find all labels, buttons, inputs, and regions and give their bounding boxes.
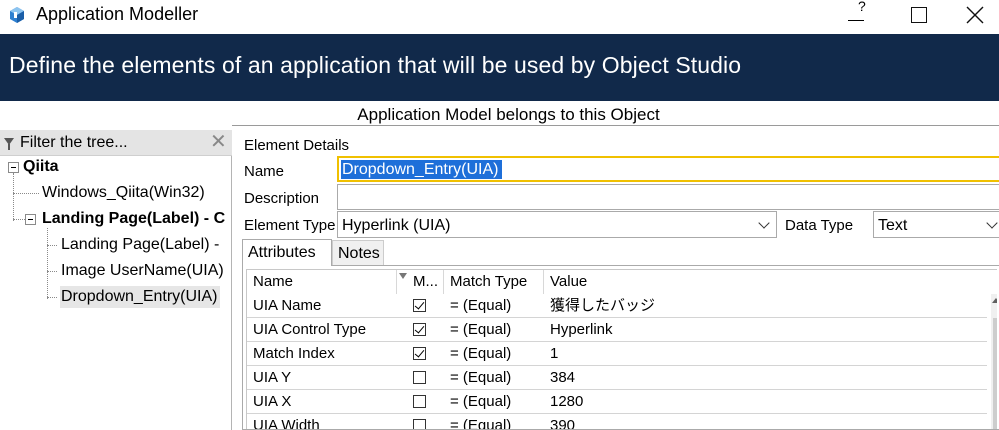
name-label: Name [244, 163, 285, 180]
attributes-grid: Name M... Match Type Value UIA Name = (E… [246, 269, 997, 430]
column-divider [543, 270, 544, 294]
column-divider [443, 270, 444, 294]
minimize-button[interactable] [832, 0, 880, 30]
match-type-cell[interactable]: = (Equal) [450, 366, 511, 390]
object-subtitle: Application Model belongs to this Object [357, 105, 660, 124]
match-checkbox[interactable] [413, 347, 426, 360]
tree-connector [47, 228, 48, 299]
tree-filter-input[interactable] [20, 133, 206, 153]
minimize-icon [848, 19, 864, 21]
match-type-cell[interactable]: = (Equal) [450, 342, 511, 366]
table-row[interactable]: UIA Y = (Equal) 384 [247, 366, 987, 390]
column-header-match-type[interactable]: Match Type [450, 270, 527, 294]
description-input[interactable] [337, 184, 999, 210]
column-header-match[interactable]: M... [413, 270, 438, 294]
tree-node[interactable]: Windows_Qiita(Win32) [42, 183, 205, 203]
title-bar: Application Modeller ? [0, 0, 999, 30]
help-icon[interactable]: ? [858, 0, 866, 13]
attributes-grid-frame: Name M... Match Type Value UIA Name = (E… [242, 265, 999, 430]
table-row[interactable]: UIA Width = (Equal) 390 [247, 414, 987, 430]
collapse-icon[interactable] [8, 162, 19, 173]
tree-connector [47, 297, 57, 298]
column-header-name[interactable]: Name [253, 270, 293, 294]
tab-attributes[interactable]: Attributes [242, 239, 332, 266]
tree-node[interactable]: Landing Page(Label) - C [42, 209, 225, 229]
tree-connector [13, 193, 39, 194]
chevron-down-icon [758, 217, 770, 229]
banner-text: Define the elements of an application th… [9, 52, 742, 78]
vertical-scrollbar[interactable] [991, 294, 997, 429]
element-details-panel: Element Details Name Dropdown_Entry(UIA)… [233, 126, 999, 430]
element-type-select[interactable]: Hyperlink (UIA) [337, 211, 777, 238]
table-row[interactable]: UIA Name = (Equal) 獲得したバッジ [247, 294, 987, 318]
attribute-value[interactable]: 384 [550, 366, 575, 390]
attribute-name: UIA X [253, 393, 292, 410]
data-type-value: Text [878, 217, 908, 234]
element-tree-panel: ✕ Qiita Windows_Qiita(Win32) Landing Pag… [0, 130, 232, 430]
match-type-cell[interactable]: = (Equal) [450, 318, 511, 342]
attribute-name: Match Index [253, 345, 335, 362]
app-icon [10, 7, 24, 23]
attribute-name: UIA Width [253, 417, 320, 430]
element-type-value: Hyperlink (UIA) [342, 217, 451, 234]
match-type-cell[interactable]: = (Equal) [450, 414, 511, 429]
tab-notes[interactable]: Notes [332, 240, 384, 266]
attribute-name: UIA Y [253, 369, 292, 386]
match-checkbox[interactable] [413, 395, 426, 408]
element-tree: Qiita Windows_Qiita(Win32) Landing Page(… [0, 156, 231, 430]
filter-icon [4, 138, 14, 150]
tree-connector [13, 173, 14, 221]
column-divider [396, 270, 397, 294]
match-type-cell[interactable]: = (Equal) [450, 390, 511, 414]
tree-node[interactable]: Qiita [23, 157, 59, 177]
tree-node[interactable]: Landing Page(Label) - [61, 235, 219, 255]
scroll-up-icon[interactable] [992, 298, 997, 303]
maximize-icon [911, 7, 927, 23]
column-header-value[interactable]: Value [550, 270, 587, 294]
name-input-value: Dropdown_Entry(UIA) [341, 160, 502, 179]
match-type-cell[interactable]: = (Equal) [450, 294, 511, 318]
element-type-label: Element Type [244, 217, 336, 234]
attribute-value[interactable]: 獲得したバッジ [550, 294, 655, 318]
attribute-value[interactable]: Hyperlink [550, 318, 613, 342]
close-button[interactable] [950, 0, 999, 30]
name-input[interactable]: Dropdown_Entry(UIA) [337, 156, 999, 182]
table-row[interactable]: UIA Control Type = (Equal) Hyperlink [247, 318, 987, 342]
clear-filter-icon[interactable]: ✕ [210, 132, 227, 152]
filter-icon[interactable] [399, 273, 407, 279]
header-banner: Define the elements of an application th… [0, 34, 999, 101]
attribute-value[interactable]: 390 [550, 414, 575, 429]
tree-node[interactable]: Image UserName(UIA) [61, 261, 224, 281]
attribute-name: UIA Control Type [253, 321, 367, 338]
match-checkbox[interactable] [413, 323, 426, 336]
description-label: Description [244, 190, 320, 207]
chevron-down-icon [986, 217, 998, 229]
tree-connector [47, 271, 57, 272]
attribute-name: UIA Name [253, 297, 322, 314]
data-type-label: Data Type [785, 217, 854, 234]
tree-connector [47, 245, 57, 246]
tree-filter-bar: ✕ [0, 130, 232, 156]
data-type-select[interactable]: Text [873, 211, 999, 238]
close-icon [966, 6, 983, 24]
table-row[interactable]: UIA X = (Equal) 1280 [247, 390, 987, 414]
match-checkbox[interactable] [413, 299, 426, 312]
attribute-value[interactable]: 1 [550, 342, 558, 366]
match-checkbox[interactable] [413, 419, 426, 429]
attribute-value[interactable]: 1280 [550, 390, 583, 414]
scrollbar-thumb[interactable] [993, 318, 997, 429]
match-checkbox[interactable] [413, 371, 426, 384]
window-title: Application Modeller [36, 4, 199, 24]
element-details-heading: Element Details [244, 137, 350, 154]
maximize-button[interactable] [896, 0, 942, 30]
collapse-icon[interactable] [25, 214, 36, 225]
tree-node-selected[interactable]: Dropdown_Entry(UIA) [60, 286, 220, 308]
table-row[interactable]: Match Index = (Equal) 1 [247, 342, 987, 366]
